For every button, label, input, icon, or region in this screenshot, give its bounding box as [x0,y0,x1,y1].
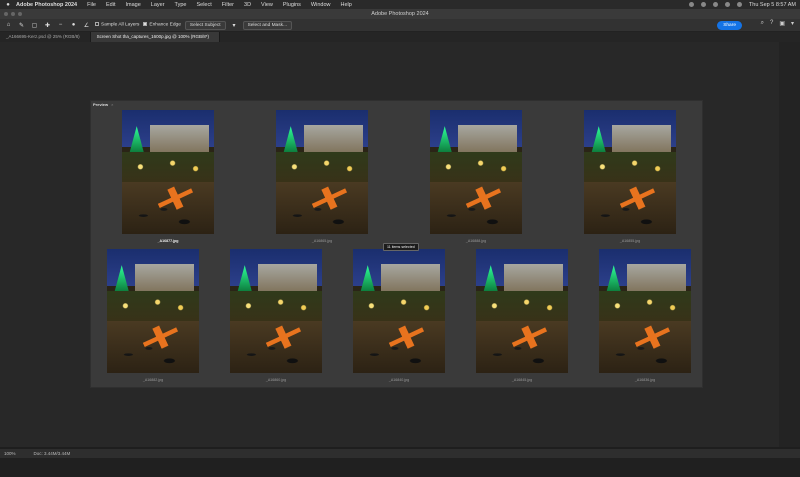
chevron-down-icon[interactable]: ▾ [230,21,239,30]
search-icon[interactable] [736,2,742,7]
menu-file[interactable]: File [87,2,96,8]
sample-all-layers-label: Sample All Layers [101,22,140,28]
quick-selection-tool-icon[interactable]: ✎ [17,21,26,30]
photo-thumbnail[interactable] [599,249,691,373]
options-bar: ⌂ ✎ ▢ ✚ − ● ∠ Sample All Layers Enhance … [0,19,800,32]
thumbnail-caption: _A16882.jpg [142,378,164,382]
thumbnail-caption: _A16840.jpg [388,378,410,382]
thumbnail-caption: _A16888.jpg [465,239,487,243]
menu-help[interactable]: Help [340,2,351,8]
wifi-icon[interactable] [712,2,718,7]
menu-view[interactable]: View [261,2,273,8]
enhance-edge-checkbox[interactable] [143,22,148,27]
sample-all-layers-option[interactable]: Sample All Layers [95,22,140,28]
bottom-area [0,458,800,477]
angle-icon[interactable]: ∠ [82,21,91,30]
options-right-tools: ⌕ ? ▣ ▾ [761,20,794,27]
menu-layer[interactable]: Layer [151,2,165,8]
thumbnail-caption: _A16865.jpg [311,239,333,243]
photo-thumbnail[interactable] [122,110,214,234]
minimize-window-icon[interactable] [11,12,15,16]
photo-thumbnail[interactable] [430,110,522,234]
menu-edit[interactable]: Edit [106,2,115,8]
brush-settings-icon[interactable]: ● [69,21,78,30]
thumbnail-caption: _A16877.jpg [157,239,179,243]
status-icon[interactable] [688,2,694,7]
thumbnail-caption: _A16855.jpg [619,239,641,243]
menu-image[interactable]: Image [125,2,140,8]
thumbnail-caption: _A16860.jpg [265,378,287,382]
close-icon[interactable]: × [111,102,113,107]
add-to-selection-icon[interactable]: ✚ [43,21,52,30]
window-titlebar: Adobe Photoshop 2024 [0,9,800,19]
status-icon[interactable] [700,2,706,7]
clock[interactable]: Thu Sep 5 8:57 AM [749,2,796,8]
photo-thumbnail[interactable] [584,110,676,234]
photo-thumbnail[interactable] [476,249,568,373]
tab-document-1[interactable]: _A166695-Kerz.psd @ 25% (RGB/8) [0,32,91,42]
document-tabs: _A166695-Kerz.psd @ 25% (RGB/8) Screen S… [0,32,800,42]
menu-window[interactable]: Window [311,2,331,8]
preview-tab-label: Preview [93,102,109,107]
menu-plugins[interactable]: Plugins [283,2,301,8]
zoom-window-icon[interactable] [18,12,22,16]
zoom-level[interactable]: 100% [4,451,16,456]
select-subject-button[interactable]: Select Subject [184,20,226,30]
thumbnail-caption: _A16836.jpg [634,378,656,382]
chevron-down-icon[interactable]: ▾ [791,20,794,27]
window-controls [4,12,22,16]
close-window-icon[interactable] [4,12,8,16]
enhance-edge-label: Enhance Edge [149,22,181,28]
sample-all-layers-checkbox[interactable] [95,22,99,27]
menubar-status-area: Thu Sep 5 8:57 AM [688,0,796,9]
battery-icon[interactable] [724,2,730,7]
tab-document-2[interactable]: Screen Shot tha_captures_1600p.jpg @ 100… [90,32,220,42]
menu-app-name[interactable]: Adobe Photoshop 2024 [16,2,77,8]
select-and-mask-button[interactable]: Select and Mask... [242,20,293,30]
new-selection-icon[interactable]: ▢ [30,21,39,30]
workspace-icon[interactable]: ▣ [779,20,785,27]
menu-filter[interactable]: Filter [222,2,234,8]
menu-type[interactable]: Type [175,2,187,8]
search-icon[interactable]: ⌕ [761,20,764,27]
photo-thumbnail[interactable] [107,249,199,373]
doc-size[interactable]: Doc: 3.44M/3.44M [34,451,71,456]
help-icon[interactable]: ? [770,20,773,27]
share-button[interactable]: Share [717,21,742,30]
apple-icon[interactable]: ● [0,2,16,8]
subtract-from-selection-icon[interactable]: − [56,21,65,30]
enhance-edge-option[interactable]: Enhance Edge [143,22,181,28]
home-icon[interactable]: ⌂ [4,21,13,30]
selection-tooltip: 11 items selected [383,243,419,251]
photo-thumbnail[interactable] [230,249,322,373]
vertical-scrollbar[interactable] [779,42,800,447]
menu-select[interactable]: Select [196,2,211,8]
status-bar: 100% Doc: 3.44M/3.44M [0,449,800,458]
menu-3d[interactable]: 3D [244,2,251,8]
photo-thumbnail[interactable] [276,110,368,234]
system-menubar: ● Adobe Photoshop 2024 File Edit Image L… [0,0,800,9]
thumbnail-caption: _A16845.jpg [511,378,533,382]
window-title: Adobe Photoshop 2024 [371,11,429,17]
preview-tab[interactable]: Preview × [93,102,113,107]
photo-thumbnail[interactable] [353,249,445,373]
